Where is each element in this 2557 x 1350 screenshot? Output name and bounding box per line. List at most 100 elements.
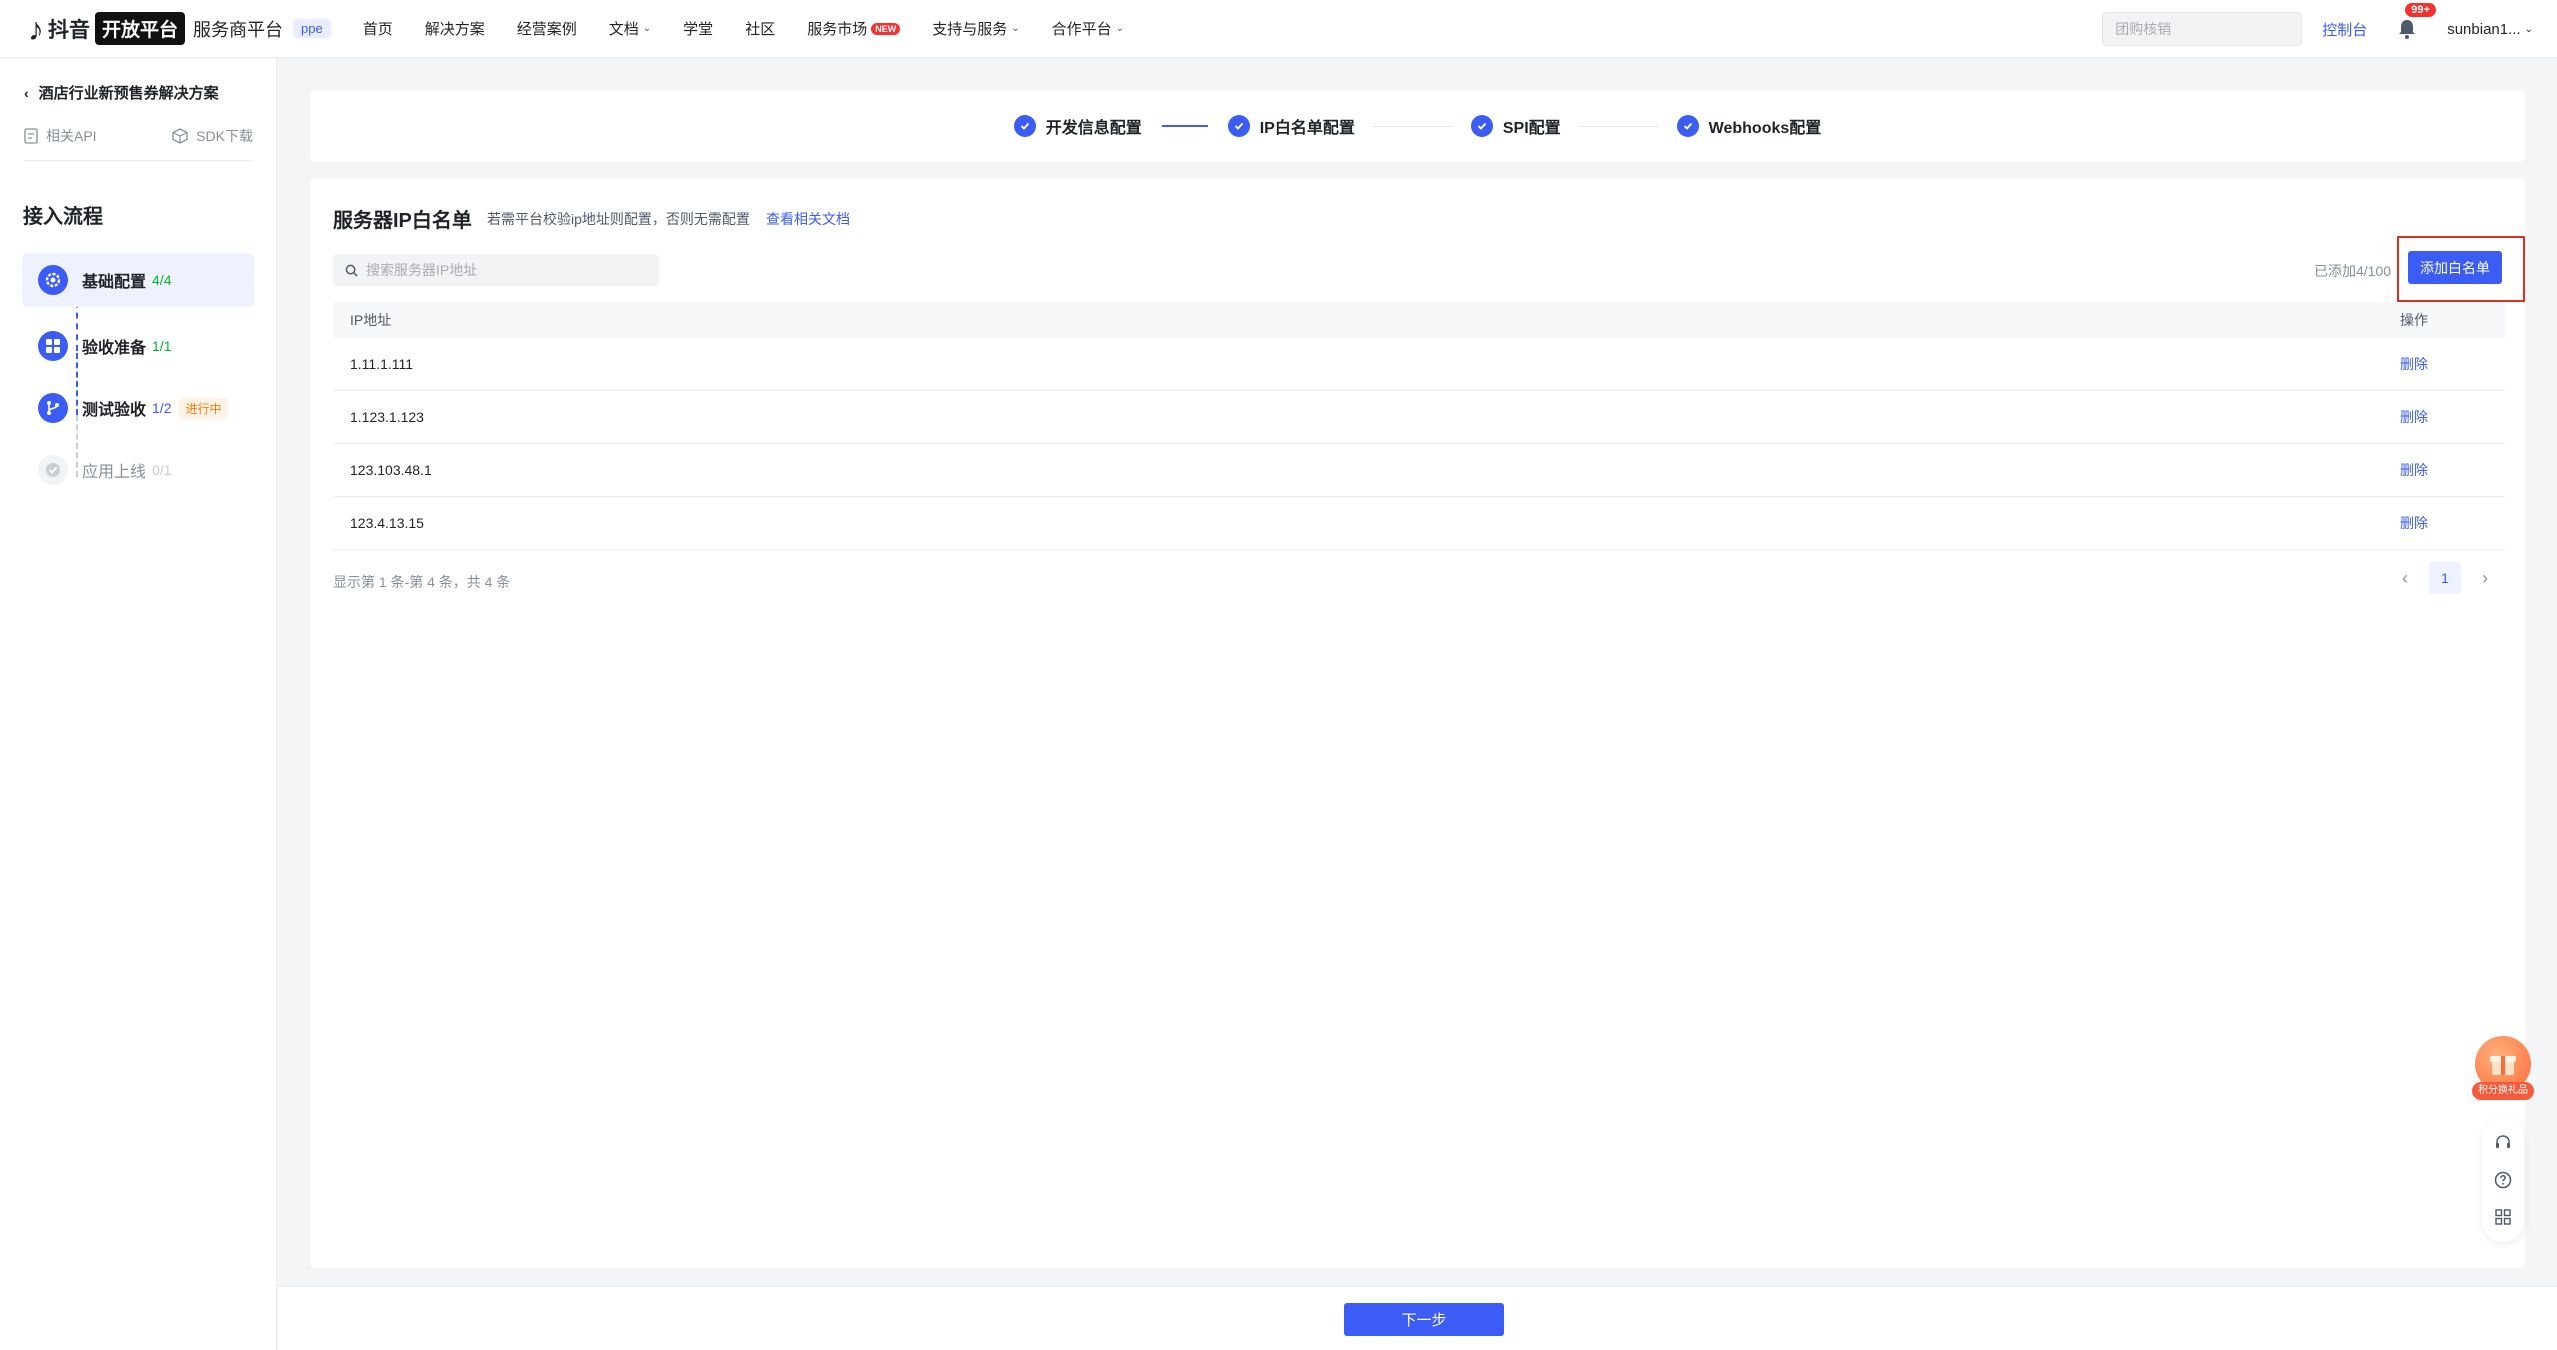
pagination: ‹ 1 › [2389,562,2501,594]
prev-page-button[interactable]: ‹ [2389,562,2421,594]
brand-name: 抖音 [48,18,90,42]
doc-link[interactable]: 查看相关文档 [766,209,850,229]
sdk-link[interactable]: SDK下载 [172,126,253,146]
next-page-button[interactable]: › [2469,562,2501,594]
document-icon [24,127,38,144]
new-badge: NEW [871,22,901,35]
page-title: 服务器IP白名单 [333,210,472,232]
stepper-step-spi[interactable]: SPI配置 [1470,114,1561,138]
table-header: IP地址 操作 [333,302,2505,338]
next-step-button[interactable]: 下一步 [1344,1303,1504,1336]
nav-label: 学堂 [683,21,714,38]
step-label: 测试验收 [82,402,147,419]
package-icon [172,127,188,144]
flow-step-testing[interactable]: 测试验收 1/2 进行中 [22,377,254,439]
stepper-step-dev-info[interactable]: 开发信息配置 [1013,114,1142,138]
console-link[interactable]: 控制台 [2322,19,2367,40]
headset-icon [2496,1134,2510,1148]
chevron-right-icon: › [2482,567,2488,588]
notification-button[interactable]: 99+ [2395,3,2436,41]
top-navbar: ♪ 抖音 开放平台 服务商平台 ppe 首页 解决方案 经营案例 文档 ⌄ 学堂 … [0,0,2557,58]
api-link[interactable]: 相关API [24,126,97,146]
check-circle-icon [38,455,68,485]
stepper-label: SPI配置 [1502,120,1561,137]
check-icon [1470,115,1493,137]
gear-icon [38,265,68,295]
nav-cases[interactable]: 经营案例 [517,18,577,39]
nav-docs[interactable]: 文档 ⌄ [609,18,651,39]
nav-label: 经营案例 [516,21,577,38]
step-label: 应用上线 [82,464,147,481]
points-gift-widget[interactable]: 积分换礼品 [2472,1036,2534,1102]
nav-label: 首页 [362,21,393,38]
brand-logo[interactable]: ♪ 抖音 开放平台 服务商平台 ppe [28,0,331,58]
delete-button[interactable]: 删除 [2400,460,2505,480]
customer-service-button[interactable] [2491,1131,2515,1155]
question-circle-icon [2494,1171,2512,1189]
stepper-line [1578,125,1659,127]
nav-marketplace[interactable]: 服务市场 NEW [807,18,901,39]
nav-label: 支持与服务 [932,21,1008,38]
ip-search-input[interactable] [366,262,647,278]
username: sunbian1... [2447,20,2521,38]
nav-partners[interactable]: 合作平台 ⌄ [1052,18,1124,39]
qr-code-button[interactable] [2491,1205,2515,1229]
back-button[interactable]: ‹ 酒店行业新预售券解决方案 [24,82,219,103]
nav-community[interactable]: 社区 [745,18,775,39]
chevron-left-icon: ‹ [24,84,29,101]
flow-step-launch[interactable]: 应用上线 0/1 [22,439,254,501]
grid-icon [38,331,68,361]
nav-solutions[interactable]: 解决方案 [425,18,485,39]
table-row: 123.103.48.1 删除 [333,444,2505,497]
tiktok-logo-icon: ♪ [28,10,44,47]
flow-step-acceptance-prep[interactable]: 验收准备 1/1 [22,315,254,377]
platform-name: 服务商平台 [193,19,284,40]
delete-button[interactable]: 删除 [2400,354,2505,374]
brand-badge: 开放平台 [95,12,186,45]
ip-cell: 123.103.48.1 [350,462,432,478]
delete-button[interactable]: 删除 [2400,407,2505,427]
column-header-ip: IP地址 [350,312,392,328]
nav-label: 服务市场 [807,21,868,38]
add-whitelist-button[interactable]: 添加白名单 [2408,251,2502,284]
check-icon [1227,115,1250,137]
nav-label: 解决方案 [424,21,485,38]
branch-icon [38,393,68,423]
step-label: 基础配置 [82,274,147,291]
config-stepper: 开发信息配置 IP白名单配置 SPI配置 Webhooks配置 [310,90,2525,162]
chevron-left-icon: ‹ [2402,567,2408,588]
step-count: 4/4 [152,272,172,288]
status-badge: 进行中 [179,397,228,419]
qr-code-icon [2495,1209,2511,1226]
step-label: 验收准备 [82,340,147,357]
check-icon [1013,115,1036,137]
env-badge: ppe [293,19,331,38]
step-count: 0/1 [152,462,172,478]
user-menu[interactable]: sunbian1... ⌄ [2447,21,2533,38]
stepper-step-ip-whitelist[interactable]: IP白名单配置 [1227,114,1355,138]
flow-step-basic-config[interactable]: 基础配置 4/4 [22,253,254,307]
nav-support[interactable]: 支持与服务 ⌄ [932,18,1019,39]
nav-label: 文档 [608,21,639,38]
nav-label: 社区 [745,21,776,38]
nav-academy[interactable]: 学堂 [683,18,713,39]
help-button[interactable] [2491,1168,2515,1192]
sidebar: ‹ 酒店行业新预售券解决方案 相关API SDK下载 接入流程 基础配置 4/4 [0,58,277,1350]
whitelist-hint: 若需平台校验ip地址则配置，否则无需配置 [487,211,750,227]
stepper-step-webhooks[interactable]: Webhooks配置 [1676,114,1821,138]
stepper-label: IP白名单配置 [1259,120,1355,137]
step-count: 1/1 [152,338,172,354]
page-button[interactable]: 1 [2429,562,2461,594]
chevron-down-icon: ⌄ [1115,23,1125,34]
delete-button[interactable]: 删除 [2400,513,2505,533]
ip-cell: 1.123.1.123 [350,409,424,425]
pagination-info: 显示第 1 条-第 4 条，共 4 条 [333,574,511,590]
flow-steps: 基础配置 4/4 验收准备 1/1 测试验收 1/2 进行中 应用上线 0/1 [22,253,254,501]
check-icon [1676,115,1699,137]
whitelist-card: 服务器IP白名单 若需平台校验ip地址则配置，否则无需配置 查看相关文档 已添加… [310,178,2525,1268]
main-nav: 首页 解决方案 经营案例 文档 ⌄ 学堂 社区 服务市场 NEW 支持与服务 ⌄ 合作… [363,0,1156,58]
search-icon [345,264,358,277]
solution-title: 酒店行业新预售券解决方案 [38,85,219,102]
nav-home[interactable]: 首页 [363,18,393,39]
global-search-input[interactable] [2115,21,2297,37]
